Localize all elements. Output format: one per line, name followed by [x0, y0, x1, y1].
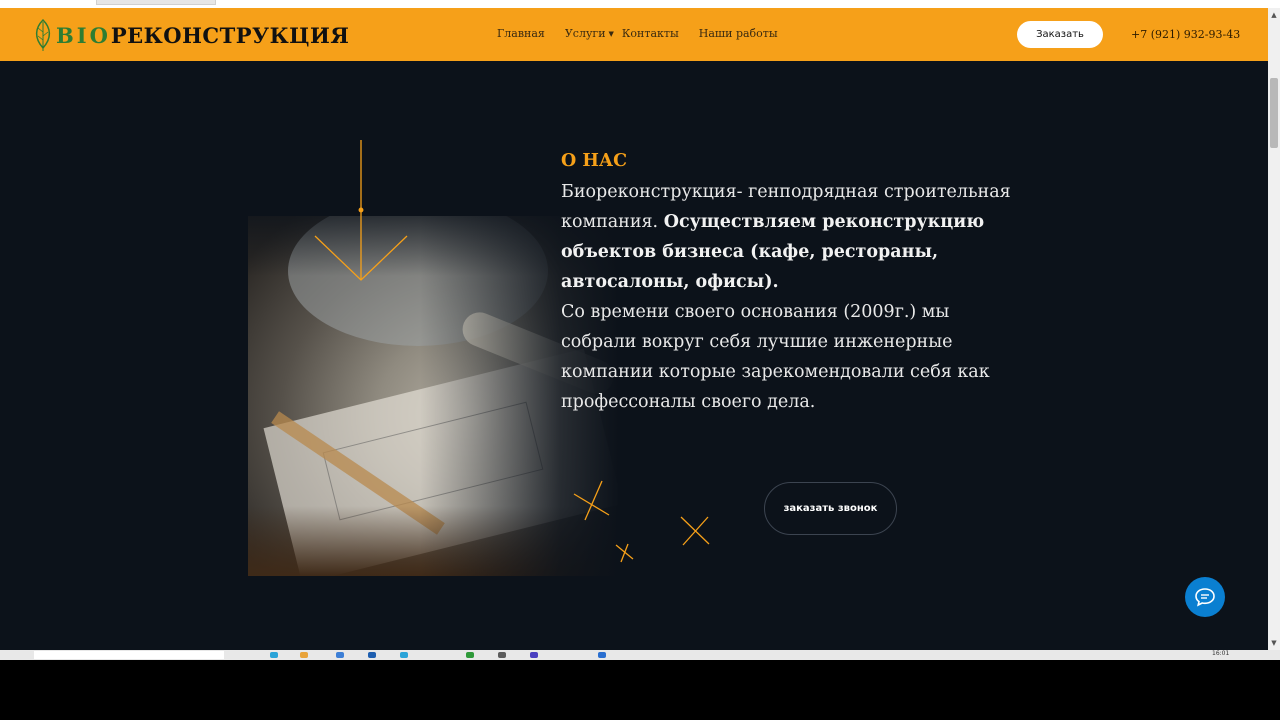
phone-link[interactable]: +7 (921) 932-93-43	[1131, 28, 1240, 41]
logo-text: BIOРЕКОНСТРУКЦИЯ	[56, 23, 349, 48]
nav-item-services[interactable]: Услуги ▼	[565, 27, 614, 40]
taskbar-search[interactable]	[34, 651, 224, 659]
taskbar-app-icon[interactable]	[530, 652, 538, 658]
nav-item-contacts[interactable]: Контакты	[622, 27, 679, 40]
taskbar-app-icon[interactable]	[270, 652, 278, 658]
browser-tab[interactable]	[96, 0, 216, 5]
scroll-down-icon[interactable]: ▼	[1268, 636, 1280, 650]
os-taskbar: 16:01	[0, 650, 1280, 660]
page-viewport: BIOРЕКОНСТРУКЦИЯ Главная Услуги ▼ Контакт…	[0, 8, 1268, 650]
chat-button[interactable]	[1185, 577, 1225, 617]
nav-item-works[interactable]: Наши работы	[699, 27, 778, 40]
taskbar-app-icon[interactable]	[598, 652, 606, 658]
about-paragraph-2: Со времени своего основания (2009г.) мы …	[561, 302, 990, 412]
request-call-button[interactable]: заказать звонок	[764, 482, 897, 535]
page-scrollbar[interactable]: ▲ ▼	[1268, 8, 1280, 650]
scroll-up-icon[interactable]: ▲	[1268, 8, 1280, 22]
screen-bottom-bar	[0, 660, 1280, 720]
nav-item-home[interactable]: Главная	[497, 27, 545, 40]
taskbar-app-icon[interactable]	[336, 652, 344, 658]
taskbar-app-icon[interactable]	[466, 652, 474, 658]
chevron-down-icon: ▼	[608, 30, 614, 38]
chat-icon	[1195, 588, 1215, 607]
logo-prefix: BIO	[56, 22, 111, 48]
logo-main: РЕКОНСТРУКЦИЯ	[110, 22, 350, 48]
taskbar-app-icon[interactable]	[300, 652, 308, 658]
nav-item-services-label: Услуги	[564, 27, 606, 40]
scrollbar-thumb[interactable]	[1270, 78, 1278, 148]
leaf-icon	[35, 18, 51, 51]
about-section: О НАС Биореконструкция- генподрядная стр…	[561, 149, 1011, 417]
taskbar-app-icon[interactable]	[400, 652, 408, 658]
taskbar-clock[interactable]: 16:01	[1212, 650, 1229, 658]
site-logo[interactable]: BIOРЕКОНСТРУКЦИЯ	[32, 17, 349, 53]
main-nav: Главная Услуги ▼ Контакты Наши работы	[497, 27, 798, 40]
taskbar-app-icon[interactable]	[498, 652, 506, 658]
order-button[interactable]: Заказать	[1017, 21, 1103, 48]
taskbar-app-icon[interactable]	[368, 652, 376, 658]
about-paragraph-1: Биореконструкция- генподрядная строитель…	[561, 177, 1011, 297]
about-title: О НАС	[561, 151, 628, 171]
site-header: BIOРЕКОНСТРУКЦИЯ Главная Услуги ▼ Контакт…	[0, 8, 1268, 61]
browser-top-strip	[0, 0, 1280, 8]
